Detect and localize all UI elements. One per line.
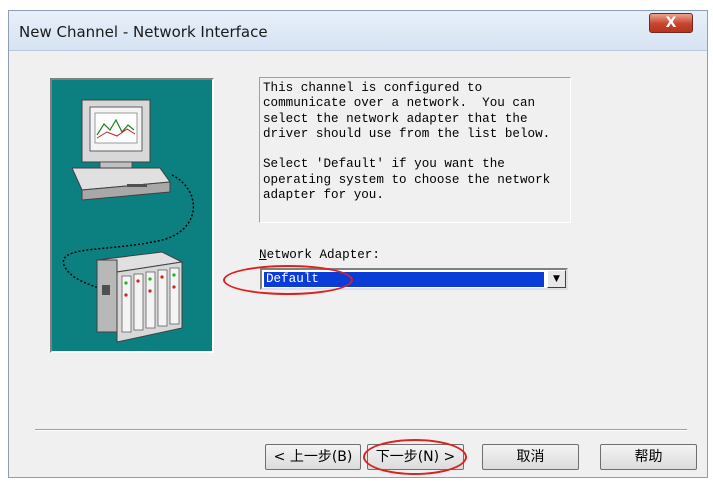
cancel-button[interactable]: 取消	[482, 444, 579, 470]
title-bar[interactable]: New Channel - Network Interface X	[9, 11, 707, 51]
network-adapter-selected-value: Default	[264, 272, 544, 287]
button-separator	[35, 429, 687, 431]
window-title: New Channel - Network Interface	[19, 23, 268, 41]
help-button[interactable]: 帮助	[600, 444, 697, 470]
network-illustration	[50, 78, 214, 353]
channel-description: This channel is configured to communicat…	[259, 77, 571, 223]
close-icon: X	[665, 15, 677, 31]
network-adapter-dropdown[interactable]: Default ▼	[260, 268, 568, 290]
close-button[interactable]: X	[649, 13, 693, 33]
adapter-label-text: etwork Adapter:	[266, 248, 380, 262]
dialog-content: This channel is configured to communicat…	[15, 51, 701, 475]
illustration-graphic	[62, 99, 195, 343]
adapter-label-mnemonic: N	[259, 248, 267, 262]
back-button[interactable]: < 上一步(B)	[265, 444, 361, 470]
computer-monitor-icon	[71, 99, 171, 201]
network-adapter-label: Network Adapter:	[259, 248, 380, 262]
next-button[interactable]: 下一步(N) >	[367, 444, 464, 470]
dialog-window: New Channel - Network Interface X This c…	[8, 10, 708, 478]
chevron-down-icon[interactable]: ▼	[547, 270, 566, 288]
network-device-icon	[95, 251, 184, 343]
